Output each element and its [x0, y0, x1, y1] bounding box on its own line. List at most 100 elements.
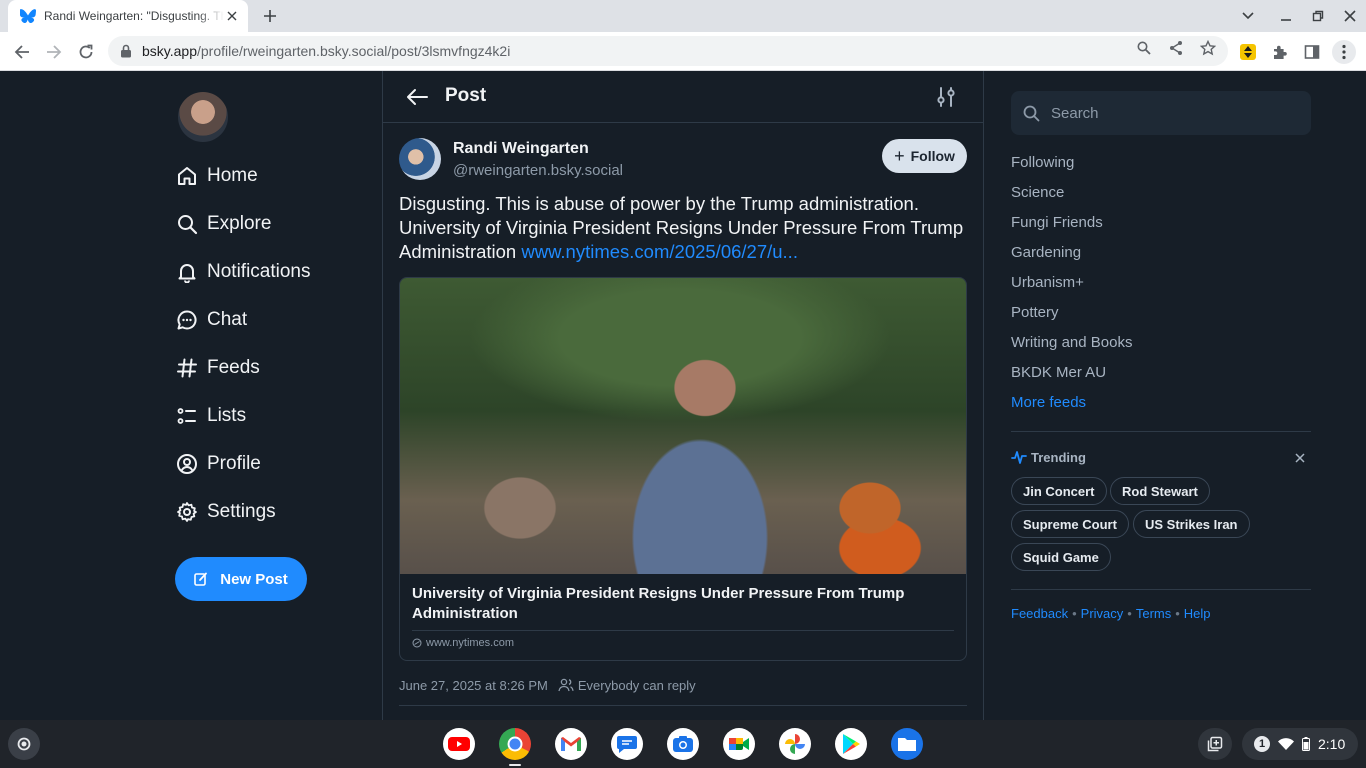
compose-icon — [194, 571, 210, 587]
plus-icon: + — [894, 146, 905, 166]
launcher-icon[interactable] — [8, 728, 40, 760]
minimize-icon[interactable] — [1276, 6, 1296, 26]
author-handle[interactable]: @rweingarten.bsky.social — [453, 162, 623, 179]
feed-link-urbanism[interactable]: Urbanism+ — [1011, 274, 1084, 291]
more-feeds-link[interactable]: More feeds — [1011, 394, 1086, 411]
nav-explore[interactable]: Explore — [175, 208, 271, 240]
nav-lists-label: Lists — [207, 405, 247, 426]
tab-close-icon[interactable] — [224, 8, 240, 24]
post-timestamp: June 27, 2025 at 8:26 PM — [399, 677, 548, 693]
feed-link-bkdk-mer-au[interactable]: BKDK Mer AU — [1011, 364, 1106, 381]
help-link[interactable]: Help — [1184, 606, 1211, 621]
files-app-icon[interactable] — [891, 728, 923, 760]
restore-icon[interactable] — [1308, 6, 1328, 26]
meta-divider — [399, 705, 967, 706]
post-link[interactable]: www.nytimes.com/2025/06/27/u... — [521, 241, 798, 262]
feed-link-pottery[interactable]: Pottery — [1011, 304, 1059, 321]
address-bar[interactable]: bsky.app/profile/rweingarten.bsky.social… — [108, 36, 1228, 66]
back-arrow-icon[interactable] — [10, 40, 34, 64]
feed-link-following[interactable]: Following — [1011, 154, 1074, 171]
gmail-app-icon[interactable] — [555, 728, 587, 760]
feed-link-gardening[interactable]: Gardening — [1011, 244, 1081, 261]
feed-link-fungi-friends[interactable]: Fungi Friends — [1011, 214, 1103, 231]
tab-title: Randi Weingarten: "Disgusting. This is a… — [44, 9, 224, 23]
search-input[interactable] — [1051, 104, 1291, 122]
new-tab-icon[interactable] — [258, 6, 282, 26]
back-arrow-icon[interactable] — [405, 85, 429, 109]
author-name[interactable]: Randi Weingarten — [453, 140, 589, 158]
browser-tab-bar: Randi Weingarten: "Disgusting. This is a… — [0, 0, 1366, 32]
play-store-app-icon[interactable] — [835, 728, 867, 760]
extension-yellow-icon[interactable] — [1236, 40, 1260, 64]
feed-link-science[interactable]: Science — [1011, 184, 1064, 201]
user-circle-icon — [175, 452, 199, 476]
tab-search-chevron-icon[interactable] — [1238, 6, 1258, 26]
hash-icon — [175, 356, 199, 380]
chat-icon — [175, 308, 199, 332]
share-icon[interactable] — [1167, 39, 1185, 57]
status-area[interactable]: 1 2:10 — [1242, 728, 1358, 760]
photos-app-icon[interactable] — [779, 728, 811, 760]
camera-app-icon[interactable] — [667, 728, 699, 760]
bluesky-butterfly-icon — [20, 8, 36, 24]
nav-home[interactable]: Home — [175, 160, 258, 192]
close-trending-icon[interactable] — [1292, 450, 1308, 466]
feedback-link[interactable]: Feedback — [1011, 606, 1068, 621]
trending-topic[interactable]: Squid Game — [1011, 543, 1111, 571]
new-post-button[interactable]: New Post — [175, 557, 307, 601]
meet-app-icon[interactable] — [723, 728, 755, 760]
trending-topic[interactable]: Supreme Court — [1011, 510, 1129, 538]
link-preview-domain: www.nytimes.com — [412, 637, 514, 649]
battery-icon — [1302, 737, 1310, 751]
chrome-menu-icon[interactable] — [1332, 40, 1356, 64]
chrome-app-icon[interactable] — [499, 728, 531, 760]
thread-header: Post — [383, 71, 983, 123]
author-avatar[interactable] — [399, 138, 441, 180]
terms-link[interactable]: Terms — [1136, 606, 1171, 621]
holding-space-icon[interactable] — [1198, 728, 1232, 760]
current-user-avatar[interactable] — [178, 92, 228, 142]
feed-link-writing-and-books[interactable]: Writing and Books — [1011, 334, 1132, 351]
trending-pulse-icon — [1011, 449, 1027, 465]
nav-profile[interactable]: Profile — [175, 448, 261, 480]
nav-notifications[interactable]: Notifications — [175, 256, 311, 288]
home-icon — [175, 164, 199, 188]
nav-chat-label: Chat — [207, 309, 248, 330]
search-icon — [1023, 104, 1041, 122]
zoom-search-icon[interactable] — [1135, 39, 1153, 57]
trending-topic[interactable]: Jin Concert — [1011, 477, 1107, 505]
privacy-link[interactable]: Privacy — [1081, 606, 1124, 621]
reload-icon[interactable] — [74, 40, 98, 64]
nav-lists[interactable]: Lists — [175, 400, 246, 432]
gear-icon — [175, 500, 199, 524]
search-box[interactable] — [1011, 91, 1311, 135]
messages-app-icon[interactable] — [611, 728, 643, 760]
notification-count-badge: 1 — [1254, 736, 1270, 752]
link-preview-title: University of Virginia President Resigns… — [412, 585, 905, 622]
link-preview-image — [400, 278, 966, 574]
nav-home-label: Home — [207, 165, 258, 186]
browser-tab[interactable]: Randi Weingarten: "Disgusting. This is a… — [8, 0, 248, 32]
nav-notifications-label: Notifications — [207, 261, 311, 282]
youtube-app-icon[interactable] — [443, 728, 475, 760]
clock: 2:10 — [1318, 736, 1346, 752]
trending-topic[interactable]: US Strikes Iran — [1133, 510, 1250, 538]
os-shelf: 1 2:10 — [0, 720, 1366, 768]
footer-links: Feedback • Privacy • Terms • Help — [1011, 606, 1211, 621]
nav-feeds[interactable]: Feeds — [175, 352, 260, 384]
forward-arrow-icon[interactable] — [42, 40, 66, 64]
nav-chat[interactable]: Chat — [175, 304, 247, 336]
extensions-puzzle-icon[interactable] — [1268, 40, 1292, 64]
nav-settings[interactable]: Settings — [175, 496, 276, 528]
sidebar-divider — [1011, 589, 1311, 590]
follow-button[interactable]: + Follow — [882, 139, 967, 173]
bookmark-star-icon[interactable] — [1199, 39, 1217, 57]
search-icon — [175, 212, 199, 236]
trending-topic[interactable]: Rod Stewart — [1110, 477, 1210, 505]
close-window-icon[interactable] — [1340, 6, 1360, 26]
globe-icon — [412, 638, 422, 648]
thread-options-sliders-icon[interactable] — [935, 85, 957, 109]
reply-setting[interactable]: Everybody can reply — [578, 678, 696, 693]
link-preview-card[interactable]: University of Virginia President Resigns… — [399, 277, 967, 661]
side-panel-icon[interactable] — [1300, 40, 1324, 64]
